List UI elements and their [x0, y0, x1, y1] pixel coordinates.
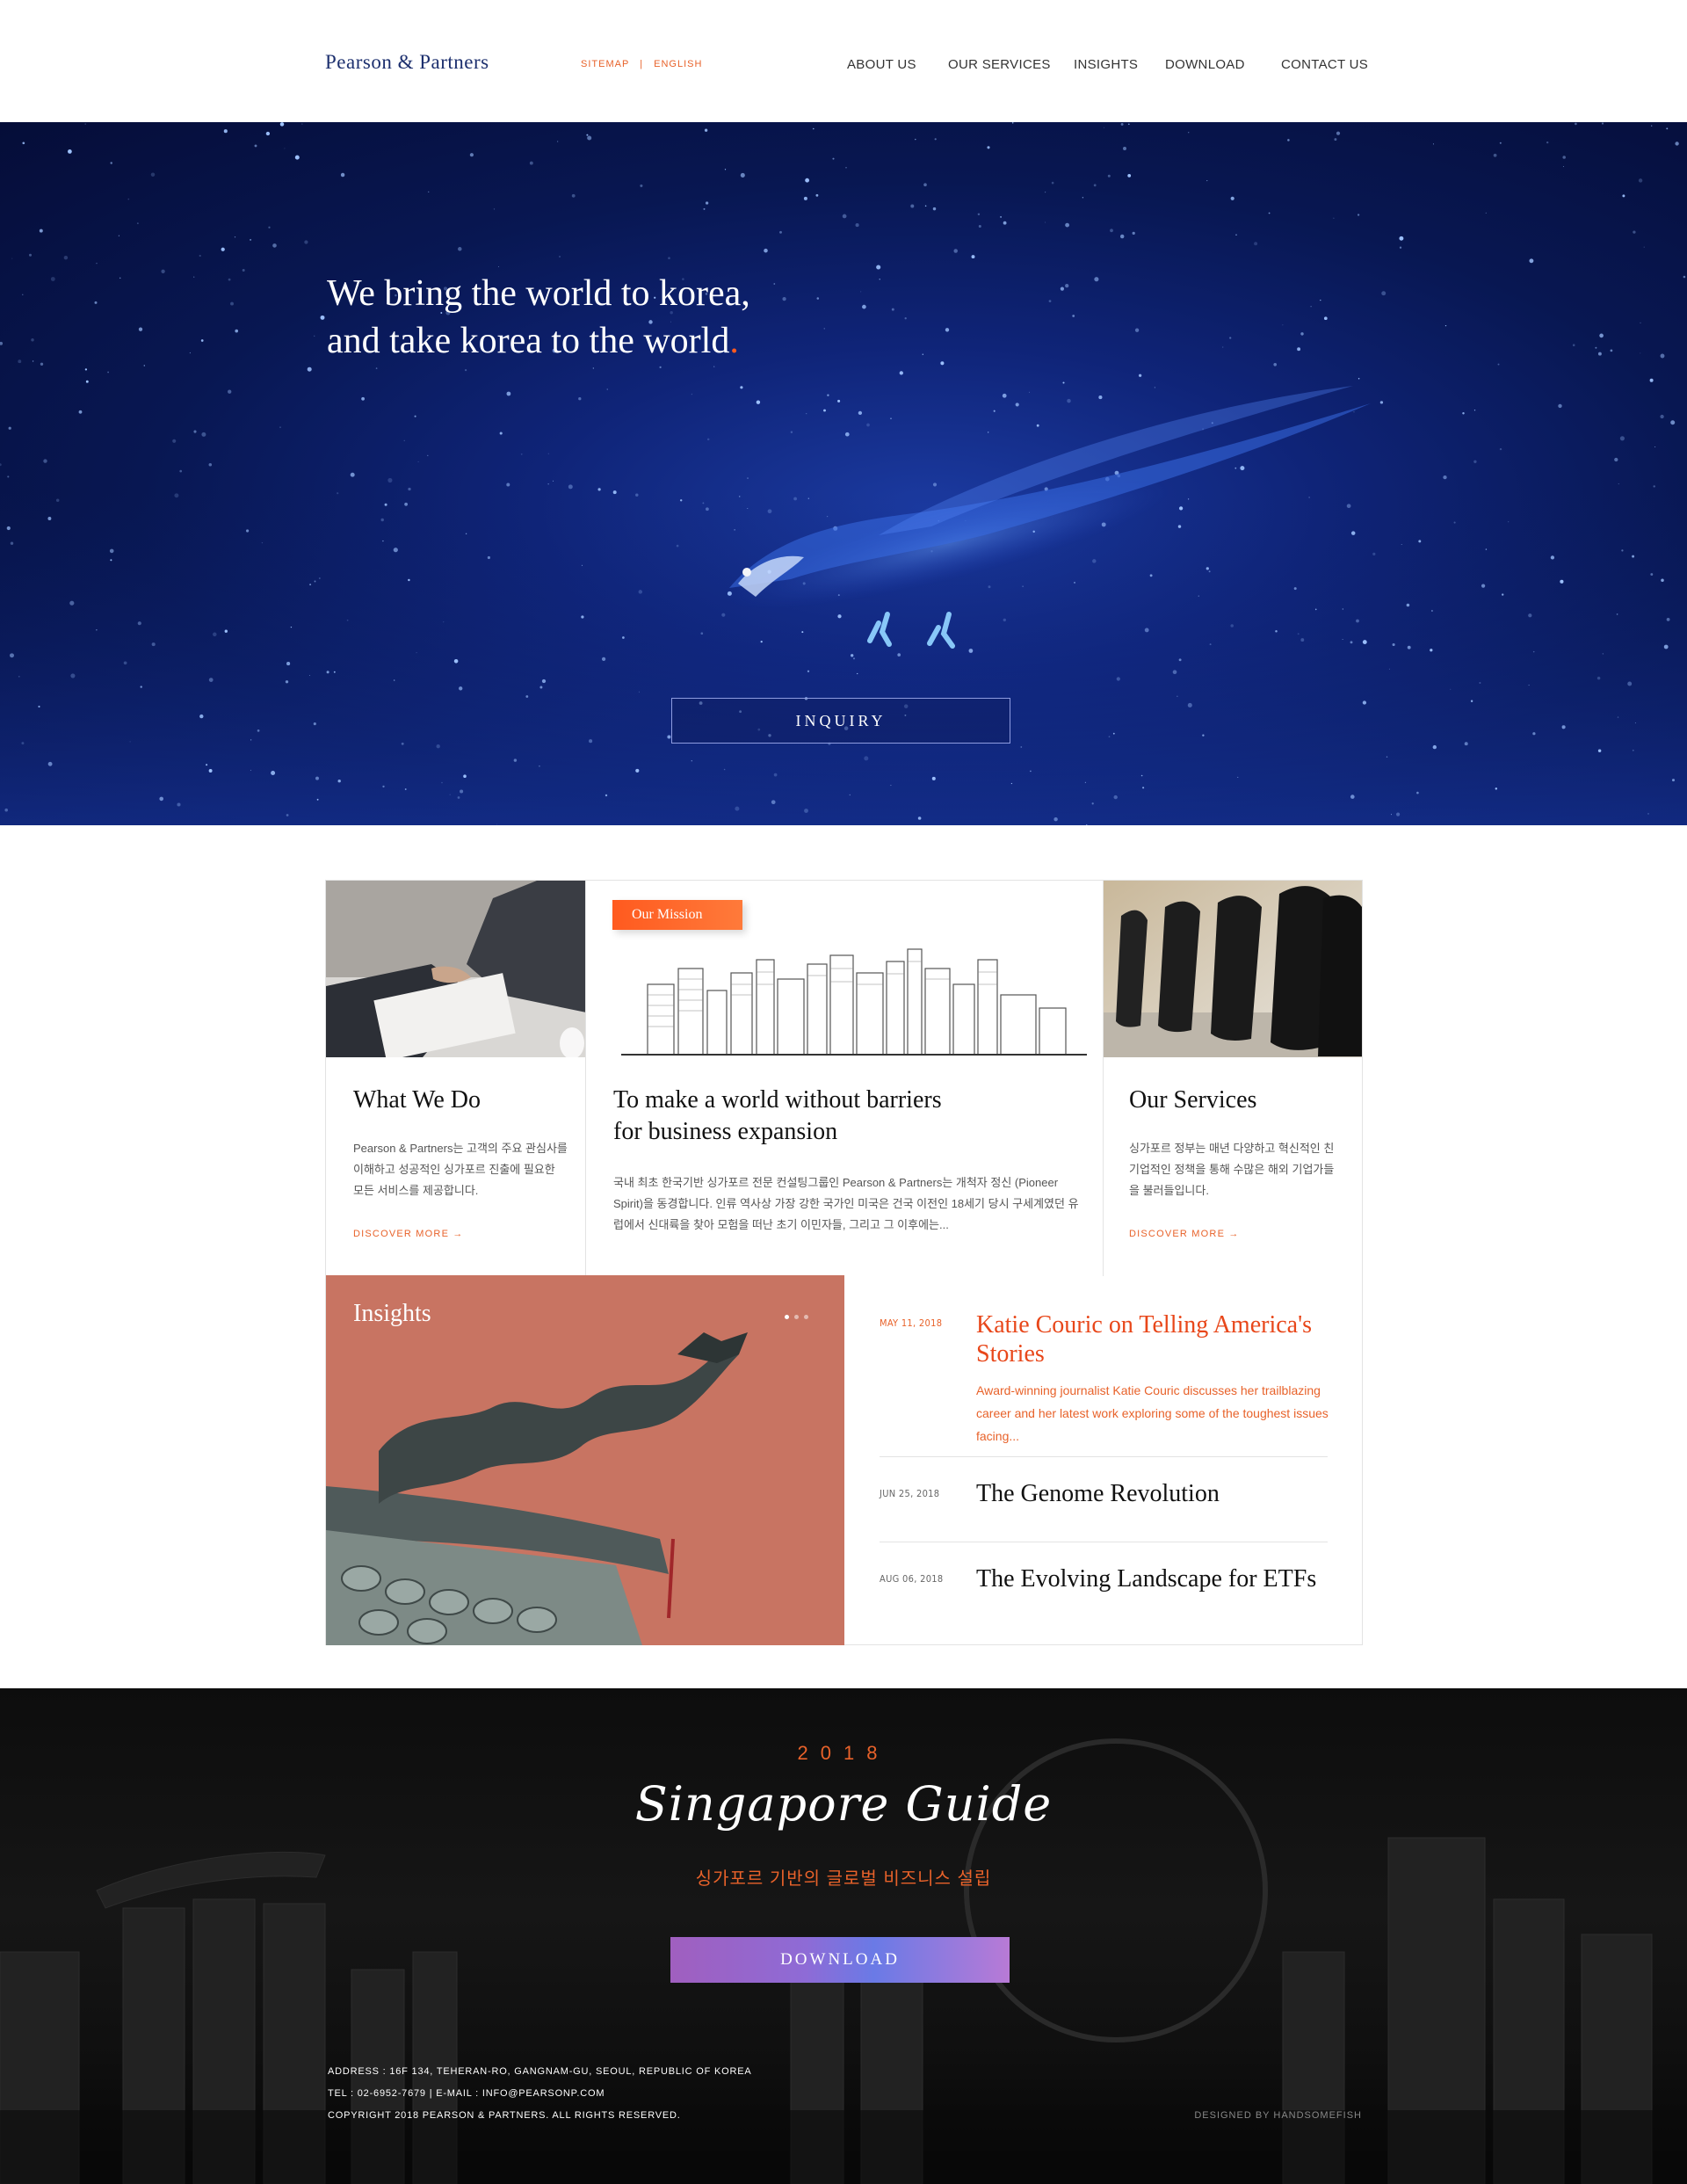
insights-divider	[880, 1456, 1328, 1457]
hero-headline-line2: and take korea to the world.	[327, 317, 750, 365]
insight-date: MAY 11, 2018	[880, 1317, 943, 1329]
utility-links: SITEMAP | ENGLISH	[581, 59, 702, 69]
insights-dragon-image: Insights	[326, 1275, 844, 1645]
card-our-mission: Our Mission To make a world without barr…	[586, 881, 1104, 1276]
card-what-we-do: What We Do Pearson & Partners는 고객의 주요 관심…	[326, 881, 586, 1276]
guide-subtitle: 싱가포르 기반의 글로벌 비즈니스 설립	[695, 1869, 992, 1889]
hero-accent-dot: .	[729, 321, 739, 361]
sitemap-link[interactable]: SITEMAP	[581, 59, 629, 69]
what-we-do-title: What We Do	[353, 1086, 481, 1114]
our-services-body: 싱가포르 정부는 매년 다양하고 혁신적인 친기업적인 정책을 통해 수많은 해…	[1129, 1142, 1335, 1197]
meeting-chairs-photo	[1104, 881, 1362, 1057]
english-link[interactable]: ENGLISH	[654, 59, 702, 69]
nav-download[interactable]: DOWNLOAD	[1165, 57, 1245, 72]
insight-date: AUG 06, 2018	[880, 1573, 944, 1585]
discover-more-label: DISCOVER MORE	[353, 1229, 450, 1239]
footer-copyright: COPYRIGHT 2018 PEARSON & PARTNERS. ALL R…	[328, 2110, 681, 2121]
carousel-dot[interactable]	[804, 1315, 808, 1319]
insight-item[interactable]: MAY 11, 2018 Katie Couric on Telling Ame…	[880, 1310, 1329, 1443]
insight-item[interactable]: AUG 06, 2018 The Evolving Landscape for …	[880, 1564, 1328, 1600]
insight-title: The Evolving Landscape for ETFs	[976, 1565, 1317, 1593]
our-mission-tag: Our Mission	[612, 900, 742, 930]
our-mission-title-line2: for business expansion	[613, 1118, 838, 1145]
site-footer: 2018 Singapore Guide 싱가포르 기반의 글로벌 비즈니스 설…	[0, 1688, 1687, 2184]
nav-our-services[interactable]: OUR SERVICES	[948, 57, 1051, 72]
what-we-do-discover-link[interactable]: DISCOVER MORE →	[353, 1229, 464, 1239]
our-mission-title: To make a world without barriers for bus…	[613, 1085, 1088, 1148]
nav-about-us[interactable]: ABOUT US	[847, 57, 916, 72]
footer-address: ADDRESS : 16F 134, TEHERAN-RO, GANGNAM-G…	[328, 2066, 752, 2077]
insight-title: Katie Couric on Telling America's Storie…	[976, 1311, 1313, 1368]
our-services-title: Our Services	[1129, 1086, 1257, 1114]
hero-headline: We bring the world to korea, and take ko…	[327, 270, 750, 365]
insight-title: The Genome Revolution	[976, 1480, 1220, 1507]
card-our-services: Our Services 싱가포르 정부는 매년 다양하고 혁신적인 친기업적인…	[1104, 881, 1362, 1276]
hero-headline-line1: We bring the world to korea,	[327, 273, 750, 314]
our-mission-body: 국내 최초 한국기반 싱가포르 전문 컨설팅그룹인 Pearson & Part…	[613, 1176, 1079, 1231]
guide-title: Singapore Guide	[634, 1776, 1053, 1832]
download-button[interactable]: DOWNLOAD	[670, 1937, 1010, 1983]
insight-item[interactable]: JUN 25, 2018 The Genome Revolution	[880, 1479, 1328, 1514]
our-mission-title-line1: To make a world without barriers	[613, 1086, 942, 1114]
guide-year: 2018	[797, 1742, 890, 1764]
carousel-dot[interactable]	[785, 1315, 789, 1319]
what-we-do-body: Pearson & Partners는 고객의 주요 관심사를 이해하고 성공적…	[353, 1142, 568, 1197]
insights-title: Insights	[353, 1300, 431, 1327]
arrow-right-icon: →	[453, 1229, 464, 1239]
footer-contact: TEL : 02-6952-7679 | E-MAIL : INFO@PEARS…	[328, 2088, 605, 2099]
insight-date: JUN 25, 2018	[880, 1488, 940, 1499]
insight-description: Award-winning journalist Katie Couric di…	[976, 1383, 1329, 1443]
handshake-photo	[326, 881, 585, 1057]
intro-cards: What We Do Pearson & Partners는 고객의 주요 관심…	[325, 880, 1363, 1276]
nav-insights[interactable]: INSIGHTS	[1074, 57, 1138, 72]
nav-contact-us[interactable]: CONTACT US	[1281, 57, 1368, 72]
carousel-dot[interactable]	[794, 1315, 799, 1319]
util-divider: |	[640, 59, 644, 69]
inquiry-button[interactable]: INQUIRY	[671, 698, 1010, 744]
arrow-right-icon: →	[1228, 1229, 1240, 1239]
logo[interactable]: Pearson & Partners	[325, 51, 489, 74]
insights-carousel-dots	[785, 1308, 814, 1324]
designer-credit: DESIGNED BY HANDSOMEFISH	[1194, 2110, 1362, 2121]
insights-section: Insights MAY 11, 2018 Katie Couric on Te…	[325, 1275, 1363, 1645]
our-services-discover-link[interactable]: DISCOVER MORE →	[1129, 1229, 1240, 1239]
hero-headline-line2-text: and take korea to the world	[327, 321, 730, 361]
discover-more-label: DISCOVER MORE	[1129, 1229, 1226, 1239]
site-header: Pearson & Partners SITEMAP | ENGLISH ABOUT…	[0, 0, 1687, 122]
hero-banner: We bring the world to korea, and take ko…	[0, 122, 1687, 825]
